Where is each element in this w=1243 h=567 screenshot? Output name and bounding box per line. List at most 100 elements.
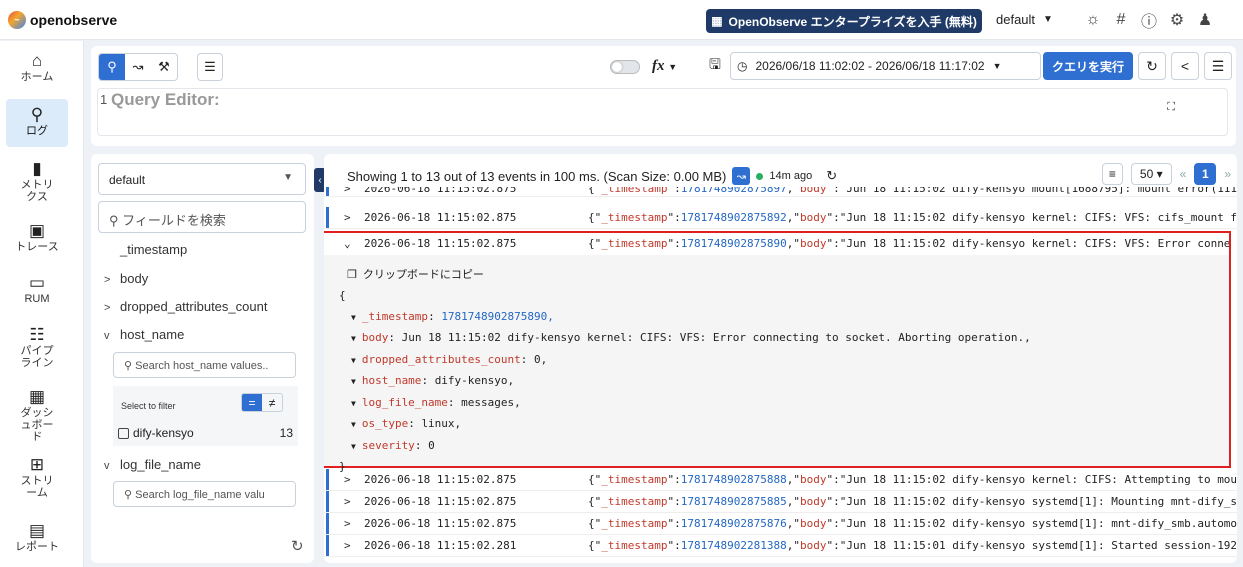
filter-value-item[interactable]: dify-kensyo 13: [118, 426, 293, 440]
table-row[interactable]: > 2026-06-18 11:15:02.875 {"_timestamp":…: [324, 469, 1237, 491]
sidebar-item-metrics[interactable]: ▮ メトリクス: [6, 159, 68, 203]
trace-icon: ▣: [28, 221, 46, 240]
histogram-toggle-icon[interactable]: ↝: [732, 167, 751, 185]
functions-button[interactable]: fx ▼: [652, 58, 677, 75]
share-icon[interactable]: <: [1171, 52, 1199, 80]
field-item-host-name[interactable]: v host_name: [104, 327, 184, 342]
json-field[interactable]: ▼ host_name: dify-kensyo,: [339, 371, 1031, 393]
sql-mode-toggle[interactable]: [610, 60, 640, 74]
filter-label: Select to filter: [121, 401, 176, 411]
field-search-input[interactable]: ⚲ フィールドを検索: [98, 201, 306, 233]
field-item-body[interactable]: > body: [104, 271, 148, 286]
sidebar-item-label: ダッシュボード: [20, 407, 54, 443]
json-viewer: { ▼ _timestamp: 1781748902875890, ▼ body: …: [339, 286, 1031, 478]
logo-text: openobserve: [30, 11, 118, 28]
table-row[interactable]: > 2026-06-18 11:15:02.875 {"_timestamp":…: [324, 207, 1237, 229]
json-field[interactable]: ▼ dropped_attributes_count: 0,: [339, 350, 1031, 372]
stream-select[interactable]: default ▼: [98, 163, 306, 195]
row-timestamp: 2026-06-18 11:15:02.875: [364, 495, 517, 508]
pagination: ≡ 50 ▾ « 1 »: [1101, 163, 1231, 185]
fx-label: fx: [652, 58, 665, 74]
sidebar-item-home[interactable]: ⌂ ホーム: [6, 51, 68, 91]
page-number-button[interactable]: 1: [1194, 163, 1217, 185]
first-page-icon[interactable]: «: [1180, 167, 1187, 181]
table-row[interactable]: > 2026-06-18 11:15:02.875 {"_timestamp":…: [324, 187, 1237, 197]
org-selector[interactable]: default ▼: [996, 12, 1053, 27]
menu-icon[interactable]: ☰: [197, 53, 223, 81]
json-value: messages,: [461, 395, 521, 409]
logo[interactable]: ~ openobserve: [8, 10, 118, 29]
page-size-value: 50: [1139, 167, 1154, 181]
table-row-expanded[interactable]: ⌄ 2026-06-18 11:15:02.875 {"_timestamp":…: [324, 233, 1229, 255]
host-name-filter: Select to filter = ≠ dify-kensyo 13: [113, 386, 298, 446]
row-timestamp: 2026-06-18 11:15:02.875: [364, 237, 517, 250]
building-icon: ▦: [711, 14, 723, 28]
wrap-text-icon[interactable]: ≡: [1101, 163, 1123, 185]
copy-icon: ❐: [347, 268, 357, 281]
home-icon: ⌂: [31, 51, 43, 70]
run-query-button[interactable]: クエリを実行: [1043, 52, 1133, 80]
sidebar-item-streams[interactable]: ⊞ ストリーム: [6, 455, 68, 499]
log-file-name-search-placeholder: Search log_file_name valu: [135, 489, 265, 501]
not-equals-icon[interactable]: ≠: [262, 394, 282, 411]
row-timestamp: 2026-06-18 11:15:02.875: [364, 473, 517, 486]
json-field[interactable]: ▼ _timestamp: 1781748902875890,: [339, 307, 1031, 329]
report-icon: ▤: [28, 521, 46, 540]
enterprise-button[interactable]: ▦ OpenObserve エンタープライズを入手 (無料): [706, 9, 982, 33]
sidebar-item-reports[interactable]: ▤ レポート: [6, 521, 68, 553]
json-field[interactable]: ▼ log_file_name: messages,: [339, 393, 1031, 415]
sidebar-item-traces[interactable]: ▣ トレース: [6, 221, 68, 253]
sidebar-item-pipelines[interactable]: ☷ パイプライン: [6, 325, 68, 369]
equals-icon[interactable]: =: [242, 394, 262, 411]
copy-to-clipboard-button[interactable]: ❐ クリップボードにコピー: [347, 266, 484, 282]
user-icon[interactable]: ♟: [1195, 10, 1215, 30]
json-key: severity: [361, 438, 415, 452]
settings-icon[interactable]: ⚙: [1167, 10, 1187, 30]
more-menu-icon[interactable]: ☰: [1204, 52, 1232, 80]
page-size-select[interactable]: 50 ▾: [1130, 163, 1172, 185]
last-refresh-label: 14m ago: [769, 170, 813, 182]
table-row[interactable]: > 2026-06-18 11:15:02.281 {"_timestamp":…: [324, 535, 1237, 557]
sidebar-item-logs[interactable]: ⚲ ログ: [6, 99, 68, 147]
caret-down-icon: ▼: [351, 334, 356, 343]
refresh-icon[interactable]: ↻: [826, 168, 837, 184]
field-item-log-file-name[interactable]: v log_file_name: [104, 457, 201, 472]
row-body: "Jun 18 11:15:02 dify-kensyo kernel: CIF…: [839, 237, 1229, 250]
row-timestamp-value: 1781748902875892: [680, 211, 787, 224]
sidebar-item-dashboards[interactable]: ▦ ダッシュボード: [6, 387, 68, 443]
table-row[interactable]: > 2026-06-18 11:15:02.875 {"_timestamp":…: [324, 491, 1237, 513]
row-source: {"_timestamp":1781748902875876,"body":"J…: [588, 517, 1237, 530]
host-name-search-input[interactable]: ⚲ Search host_name values..: [113, 352, 296, 378]
json-field[interactable]: ▼ os_type: linux,: [339, 414, 1031, 436]
save-icon[interactable]: 🖫: [701, 52, 729, 80]
row-indicator: [326, 491, 329, 512]
search-mode-icon[interactable]: ⚲: [99, 54, 125, 80]
pipeline-icon: ☷: [29, 325, 45, 344]
tools-icon[interactable]: ⚒: [151, 54, 177, 80]
fullscreen-icon[interactable]: ⛶: [1167, 101, 1175, 114]
date-range-picker[interactable]: ◷ 2026/06/18 11:02:02 - 2026/06/18 11:17…: [730, 52, 1041, 80]
help-icon[interactable]: ⓘ: [1139, 10, 1159, 31]
row-timestamp-value: 1781748902875876: [680, 517, 787, 530]
last-page-icon[interactable]: »: [1224, 167, 1231, 181]
caret-down-icon: ▼: [351, 398, 356, 408]
visualize-mode-icon[interactable]: ↝: [125, 54, 151, 80]
sidebar-item-rum[interactable]: ▭ RUM: [6, 273, 68, 305]
field-item-dropped-attributes-count[interactable]: > dropped_attributes_count: [104, 299, 267, 314]
theme-icon[interactable]: ☼: [1083, 10, 1103, 30]
chevron-right-icon: >: [344, 517, 351, 530]
slack-icon[interactable]: #: [1111, 10, 1131, 30]
fields-panel: default ▼ ⚲ フィールドを検索 _timestamp > body > d…: [91, 154, 314, 563]
log-file-name-search-input[interactable]: ⚲ Search log_file_name valu: [113, 481, 296, 507]
table-row[interactable]: > 2026-06-18 11:15:02.875 {"_timestamp":…: [324, 513, 1237, 535]
refresh-icon[interactable]: ↻: [1138, 52, 1166, 80]
row-source: {"_timestamp":1781748902875885,"body":"J…: [588, 495, 1237, 508]
json-field[interactable]: ▼ body: Jun 18 11:15:02 dify-kensyo kerne…: [339, 328, 1031, 350]
reset-fields-icon[interactable]: ↻: [291, 537, 304, 555]
checkbox[interactable]: [118, 427, 129, 439]
query-editor[interactable]: 1 Query Editor: ⛶: [97, 88, 1228, 136]
row-timestamp-value: 1781748902875897: [680, 187, 787, 195]
field-item-timestamp[interactable]: _timestamp: [104, 242, 187, 257]
json-field[interactable]: ▼ severity: 0: [339, 436, 1031, 458]
row-timestamp-value: 1781748902281388: [680, 539, 787, 552]
